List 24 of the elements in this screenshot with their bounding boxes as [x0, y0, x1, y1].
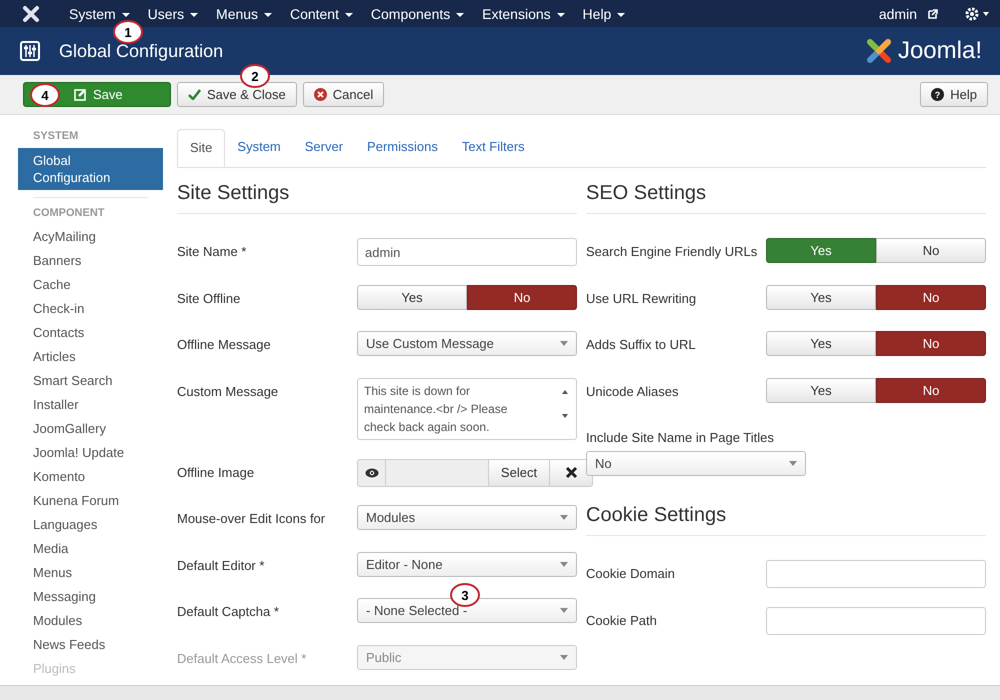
field-label: Adds Suffix to URL	[586, 336, 697, 352]
field-label: Cookie Path	[586, 612, 658, 628]
numbered-callout-tooltip: 3	[450, 583, 480, 607]
field-label: Offline Message	[177, 336, 272, 352]
section-title: SEO Settings	[586, 182, 986, 214]
section-title: Cookie Settings	[586, 504, 986, 536]
sidebar-heading: SYSTEM	[32, 130, 80, 144]
field-label: Cookie Domain	[586, 565, 676, 581]
field-label: Search Engine Friendly URLs	[586, 243, 758, 259]
field-label: Default Editor *	[177, 556, 266, 572]
field-label: Site Offline	[177, 290, 242, 306]
section-title: Site Settings	[177, 182, 577, 214]
sidebar-heading: COMPONENT	[32, 207, 106, 221]
field-label: Offline Image	[177, 464, 256, 480]
field-label: Unicode Aliases	[586, 382, 680, 398]
field-label: Default Access Level *	[177, 650, 308, 666]
field-label: Use URL Rewriting	[586, 290, 698, 306]
logo-text: Joomla!	[898, 37, 982, 65]
field-label: Mouse-over Edit Icons for	[177, 510, 326, 526]
field-label: Default Captcha *	[177, 603, 280, 619]
field-label: Custom Message	[177, 382, 280, 398]
field-label: Include Site Name in Page Titles	[586, 429, 774, 447]
field-label: Site Name *	[177, 243, 248, 259]
help-icon: ?	[931, 88, 944, 101]
